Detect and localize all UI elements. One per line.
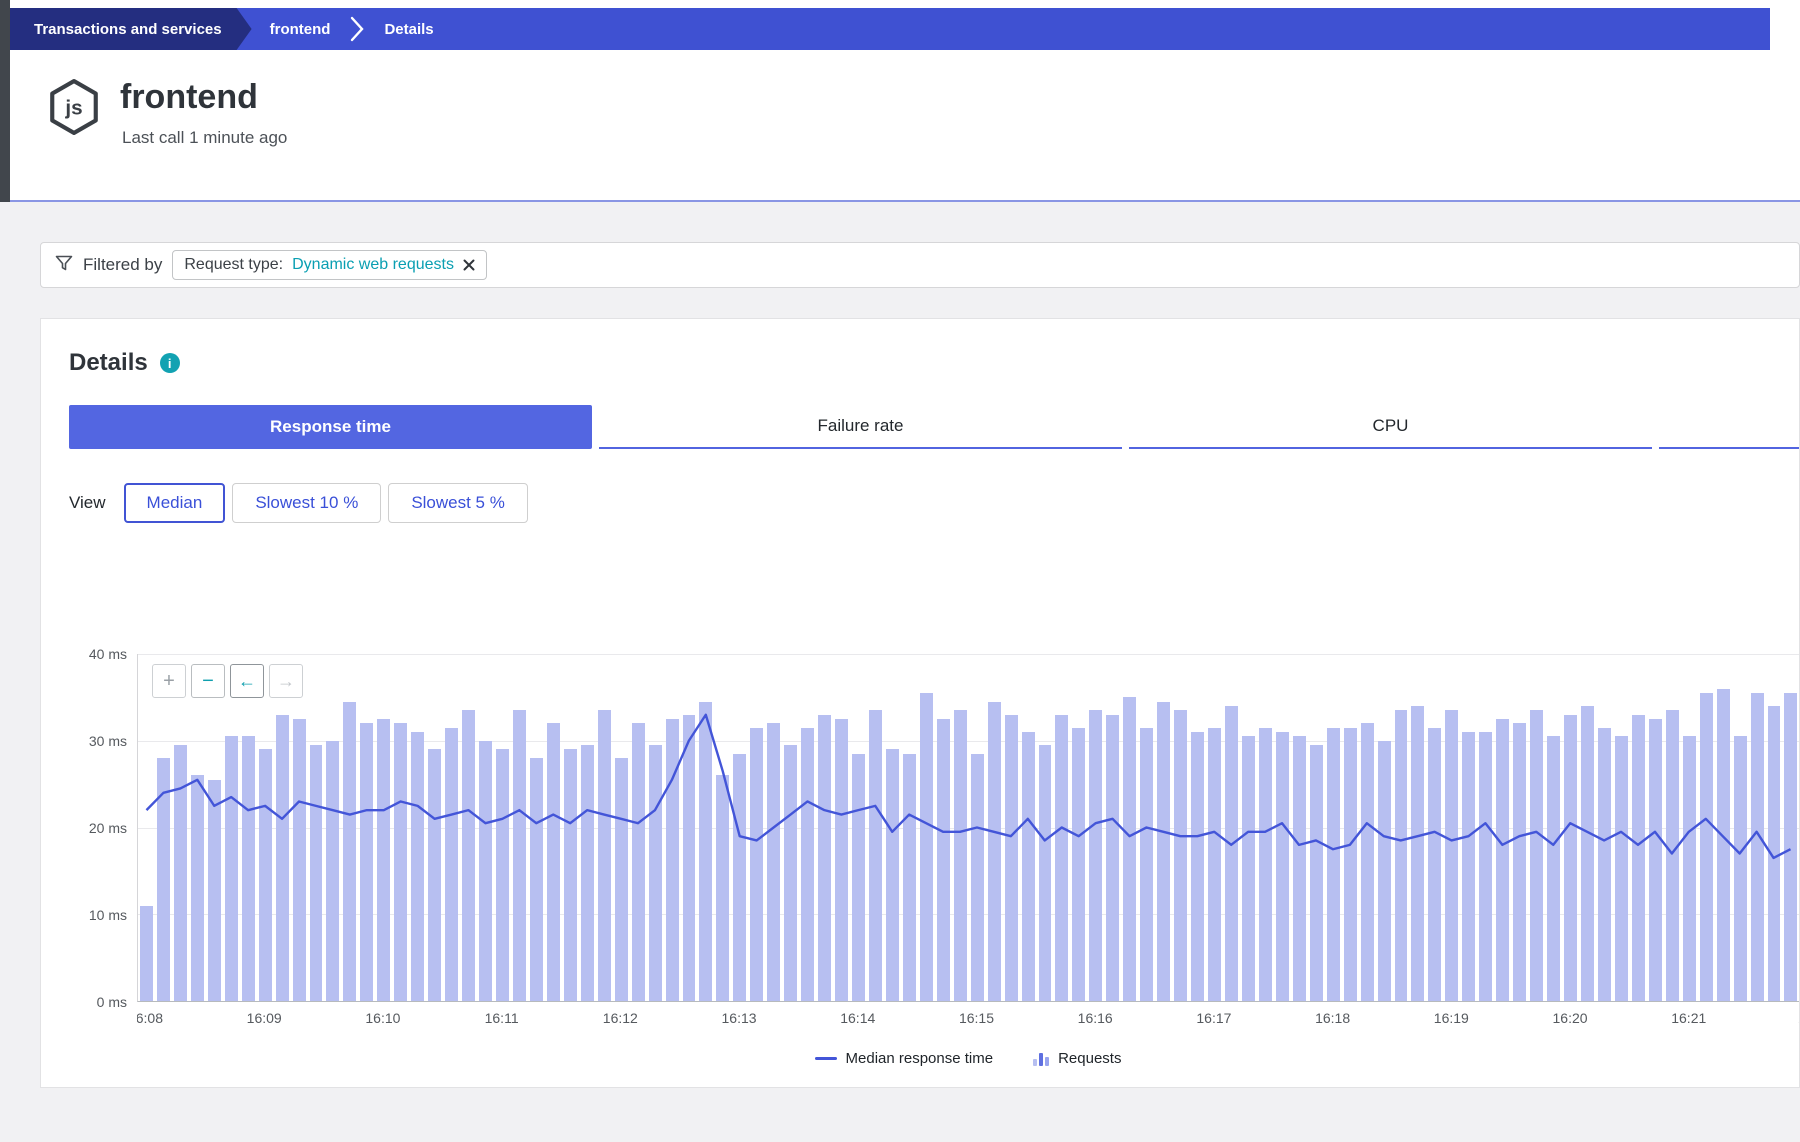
breadcrumb-label: Details <box>384 21 433 38</box>
y-axis: 0 ms10 ms20 ms30 ms40 ms <box>69 654 127 1002</box>
x-axis-label: 16:20 <box>1553 1010 1588 1026</box>
x-axis-label: 16 <box>1798 1010 1799 1026</box>
x-axis-label: 16:19 <box>1434 1010 1469 1026</box>
tab-cpu[interactable]: CPU <box>1129 405 1652 449</box>
info-icon[interactable]: i <box>160 353 180 373</box>
filter-chip-key: Request type: <box>184 256 283 274</box>
breadcrumb: Transactions and services frontend Detai… <box>10 8 1770 50</box>
filter-label: Filtered by <box>83 255 162 275</box>
breadcrumb-details[interactable]: Details <box>366 8 451 50</box>
response-time-chart: 0 ms10 ms20 ms30 ms40 ms + − ← → 16:0816… <box>69 604 1799 1074</box>
x-axis-label: 16:14 <box>840 1010 875 1026</box>
legend-requests: Requests <box>1033 1050 1121 1067</box>
legend-median-response-time: Median response time <box>815 1050 994 1067</box>
nav-edge-strip <box>0 0 10 202</box>
x-axis: 16:08 16:09 16:10 16:11 16:12 16:13 16:14 16:15… <box>137 1010 1799 1036</box>
x-axis-label: 16:10 <box>365 1010 400 1026</box>
y-axis-label: 20 ms <box>89 820 127 836</box>
x-axis-label: 16:09 <box>247 1010 282 1026</box>
nodejs-icon: js <box>48 78 100 141</box>
details-card: Details i Response time Failure rate CPU… <box>40 318 1800 1088</box>
chevron-right-icon <box>348 8 366 50</box>
remove-filter-icon[interactable] <box>463 259 475 271</box>
breadcrumb-label: Transactions and services <box>34 21 222 38</box>
tab-label: CPU <box>1373 416 1409 436</box>
y-axis-label: 40 ms <box>89 646 127 662</box>
filter-bar: Filtered by Request type: Dynamic web re… <box>40 242 1800 288</box>
pan-right-button[interactable]: → <box>269 664 303 698</box>
breadcrumb-transactions-and-services[interactable]: Transactions and services <box>10 8 252 50</box>
median-line-layer <box>138 654 1799 1001</box>
y-axis-label: 0 ms <box>97 994 127 1010</box>
filter-chip-request-type[interactable]: Request type: Dynamic web requests <box>172 250 487 280</box>
median-line <box>146 715 1790 858</box>
y-axis-label: 10 ms <box>89 907 127 923</box>
plot-area: + − ← → <box>137 654 1799 1002</box>
x-axis-label: 16:12 <box>603 1010 638 1026</box>
tab-response-time[interactable]: Response time <box>69 405 592 449</box>
view-label: View <box>69 493 106 513</box>
view-median-button[interactable]: Median <box>124 483 226 523</box>
view-slowest5-button[interactable]: Slowest 5 % <box>388 483 528 523</box>
svg-text:js: js <box>64 96 82 119</box>
bars-swatch-icon <box>1033 1052 1049 1066</box>
filter-chip-value: Dynamic web requests <box>292 256 454 274</box>
x-axis-label: 16:18 <box>1315 1010 1350 1026</box>
details-title: Details <box>69 349 148 377</box>
zoom-out-button[interactable]: − <box>191 664 225 698</box>
x-axis-label: 16:15 <box>959 1010 994 1026</box>
breadcrumb-frontend[interactable]: frontend <box>252 8 349 50</box>
y-axis-label: 30 ms <box>89 733 127 749</box>
chart-controls: + − ← → <box>152 664 303 698</box>
view-slowest10-button[interactable]: Slowest 10 % <box>232 483 381 523</box>
view-button-group: Median Slowest 10 % Slowest 5 % <box>124 483 528 523</box>
x-axis-label: 16:21 <box>1671 1010 1706 1026</box>
page-body: Filtered by Request type: Dynamic web re… <box>0 202 1800 1142</box>
line-swatch-icon <box>815 1057 837 1060</box>
view-selector: View Median Slowest 10 % Slowest 5 % <box>69 483 528 523</box>
details-tabs: Response time Failure rate CPU <box>69 405 1799 451</box>
pan-left-button[interactable]: ← <box>230 664 264 698</box>
x-axis-label: 16:11 <box>485 1010 519 1026</box>
tab-failure-rate[interactable]: Failure rate <box>599 405 1122 449</box>
x-axis-label: 16:17 <box>1196 1010 1231 1026</box>
tab-partial[interactable] <box>1659 405 1799 449</box>
breadcrumb-label: frontend <box>270 21 331 38</box>
tab-label: Response time <box>270 417 391 437</box>
legend-label: Requests <box>1058 1050 1121 1067</box>
x-axis-label: 16:13 <box>722 1010 757 1026</box>
x-axis-label: 16:16 <box>1078 1010 1113 1026</box>
page-title: frontend <box>120 78 258 117</box>
filter-funnel-icon <box>55 255 73 276</box>
zoom-in-button[interactable]: + <box>152 664 186 698</box>
legend-label: Median response time <box>846 1050 994 1067</box>
chart-legend: Median response time Requests <box>137 1050 1799 1067</box>
tab-label: Failure rate <box>818 416 904 436</box>
x-axis-label: 16:08 <box>137 1010 163 1026</box>
details-title-row: Details i <box>69 349 180 377</box>
last-call-status: Last call 1 minute ago <box>122 128 287 148</box>
service-header: js frontend Last call 1 minute ago <box>10 50 1800 202</box>
